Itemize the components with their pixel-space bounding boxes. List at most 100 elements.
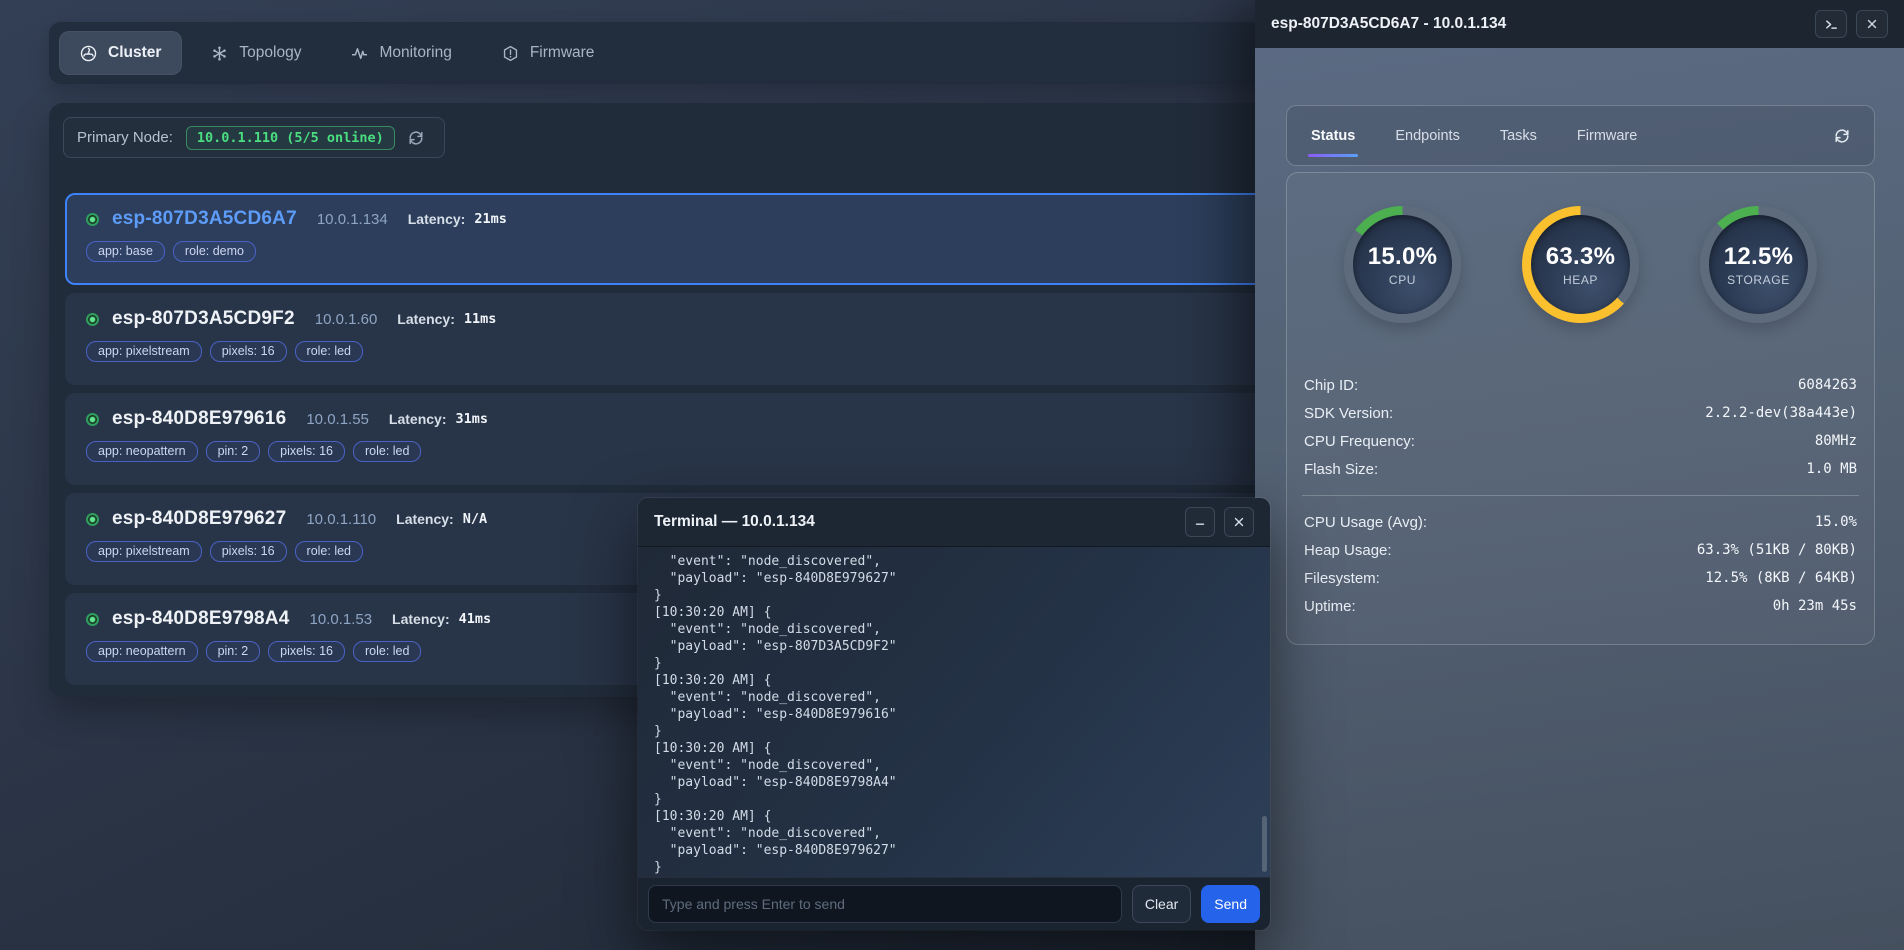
nav-tab-label: Cluster	[108, 44, 161, 62]
divider	[1302, 495, 1859, 496]
node-tag: app: neopattern	[86, 441, 198, 462]
detail-panel-header: esp-807D3A5CD6A7 - 10.0.1.134	[1255, 0, 1904, 48]
tab-endpoints[interactable]: Endpoints	[1395, 128, 1460, 144]
terminal-window: Terminal — 10.0.1.134 "event": "node_dis…	[638, 498, 1270, 930]
nav-tab-label: Topology	[239, 44, 301, 62]
node-ip: 10.0.1.110	[306, 511, 376, 528]
latency-label: Latency:	[389, 411, 447, 427]
stat-label: Flash Size:	[1304, 461, 1378, 478]
stat-value: 0h 23m 45s	[1773, 598, 1857, 614]
latency-value: 41ms	[459, 611, 492, 627]
nav-tab-label: Monitoring	[379, 44, 451, 62]
gauge-ring: 15.0%CPU	[1344, 206, 1461, 323]
detail-panel-title: esp-807D3A5CD6A7 - 10.0.1.134	[1271, 15, 1506, 33]
node-tag: role: led	[353, 641, 421, 662]
node-ip: 10.0.1.53	[309, 611, 372, 628]
refresh-icon[interactable]	[408, 130, 424, 146]
gauge-label: STORAGE	[1727, 273, 1790, 287]
close-panel-button[interactable]	[1856, 10, 1888, 38]
nav-tab-monitoring[interactable]: Monitoring	[330, 31, 472, 75]
primary-node-label: Primary Node:	[77, 129, 173, 146]
detail-panel-body: Status Endpoints Tasks Firmware 15.0%CPU 63.…	[1255, 48, 1904, 950]
stat-label: Uptime:	[1304, 598, 1356, 615]
app-root: Cluster Topology Monitoring Firmware Primar…	[0, 0, 1904, 950]
gauge-row: 15.0%CPU 63.3%HEAP 12.5% STORAGE	[1302, 206, 1859, 323]
latency-label: Latency:	[408, 211, 466, 227]
gauge-value: 63.3%	[1546, 243, 1616, 271]
terminal-input[interactable]	[648, 885, 1122, 923]
clear-button[interactable]: Clear	[1132, 885, 1191, 923]
node-ip: 10.0.1.60	[315, 311, 378, 328]
latency-value: 21ms	[474, 211, 507, 227]
node-tag: role: led	[295, 341, 363, 362]
stat-value: 2.2.2-dev(38a443e)	[1705, 405, 1857, 421]
stat-value: 63.3% (51KB / 80KB)	[1697, 542, 1857, 558]
terminal-titlebar[interactable]: Terminal — 10.0.1.134	[638, 498, 1270, 547]
gauge-storage: 12.5% STORAGE	[1700, 206, 1817, 323]
status-card: 15.0%CPU63.3%HEAP12.5%STORAGE Chip ID:60…	[1286, 172, 1875, 645]
node-tag: app: pixelstream	[86, 341, 202, 362]
node-name: esp-840D8E979627	[112, 508, 286, 530]
node-detail-panel: esp-807D3A5CD6A7 - 10.0.1.134 Status Endp…	[1255, 0, 1904, 950]
online-status-icon	[86, 413, 99, 426]
node-tag: pixels: 16	[210, 541, 287, 562]
node-name: esp-807D3A5CD6A7	[112, 208, 297, 230]
node-tag: app: base	[86, 241, 165, 262]
node-tag: role: led	[295, 541, 363, 562]
stat-value: 80MHz	[1815, 433, 1857, 449]
stat-label: Filesystem:	[1304, 570, 1380, 587]
node-tag: role: demo	[173, 241, 256, 262]
terminal-scrollbar-thumb[interactable]	[1262, 816, 1267, 872]
minimize-button[interactable]	[1185, 507, 1215, 537]
stat-row: Filesystem: 12.5% (8KB / 64KB)	[1302, 564, 1859, 592]
gauge-ring: 12.5% STORAGE	[1700, 206, 1817, 323]
send-button[interactable]: Send	[1201, 885, 1260, 923]
stat-row: CPU Usage (Avg):15.0%	[1302, 508, 1859, 536]
tab-status[interactable]: Status	[1311, 128, 1355, 144]
nav-tab-topology[interactable]: Topology	[190, 31, 322, 75]
tab-tasks[interactable]: Tasks	[1500, 128, 1537, 144]
nav-tab-firmware[interactable]: Firmware	[481, 31, 616, 75]
terminal-log: "event": "node_discovered", "payload": "…	[638, 547, 1270, 877]
gauge-face: 12.5% STORAGE	[1709, 215, 1808, 314]
primary-node-bar: Primary Node: 10.0.1.110 (5/5 online)	[63, 117, 445, 158]
open-terminal-button[interactable]	[1815, 10, 1847, 38]
minimize-icon	[1193, 515, 1207, 529]
online-status-icon	[86, 213, 99, 226]
stat-label: Heap Usage:	[1304, 542, 1392, 559]
node-ip: 10.0.1.134	[317, 211, 388, 228]
node-tag: pin: 2	[206, 641, 261, 662]
gauge-label: CPU	[1389, 273, 1416, 287]
node-tag: app: neopattern	[86, 641, 198, 662]
stat-row: CPU Frequency: 80MHz	[1302, 427, 1859, 455]
latency-label: Latency:	[396, 511, 454, 527]
node-tag: pixels: 16	[210, 341, 287, 362]
latency-value: N/A	[463, 511, 487, 527]
latency-label: Latency:	[392, 611, 450, 627]
tab-firmware[interactable]: Firmware	[1577, 128, 1637, 144]
stat-row: Flash Size: 1.0 MB	[1302, 455, 1859, 483]
node-tag: pin: 2	[206, 441, 261, 462]
nav-tab-label: Firmware	[530, 44, 595, 62]
stat-row: SDK Version:2.2.2-dev(38a443e)	[1302, 399, 1859, 427]
terminal-input-row: Clear Send	[638, 877, 1270, 930]
node-name: esp-840D8E9798A4	[112, 608, 289, 630]
close-button[interactable]	[1224, 507, 1254, 537]
stat-label: CPU Frequency:	[1304, 433, 1415, 450]
detail-tabs: Status Endpoints Tasks Firmware	[1286, 105, 1875, 166]
node-tag: pixels: 16	[268, 441, 345, 462]
stat-value: 12.5% (8KB / 64KB)	[1705, 570, 1857, 586]
nav-tab-cluster[interactable]: Cluster	[59, 31, 182, 75]
online-status-icon	[86, 313, 99, 326]
latency-label: Latency:	[397, 311, 455, 327]
latency-value: 11ms	[464, 311, 497, 327]
terminal-icon	[1824, 17, 1839, 32]
node-tag: role: led	[353, 441, 421, 462]
refresh-icon[interactable]	[1834, 128, 1850, 144]
latency-value: 31ms	[455, 411, 488, 427]
gauge-value: 12.5%	[1724, 243, 1794, 271]
monitoring-icon	[351, 45, 368, 62]
node-name: esp-807D3A5CD9F2	[112, 308, 295, 330]
gauge-face: 63.3%HEAP	[1531, 215, 1630, 314]
stat-value: 1.0 MB	[1806, 461, 1857, 477]
